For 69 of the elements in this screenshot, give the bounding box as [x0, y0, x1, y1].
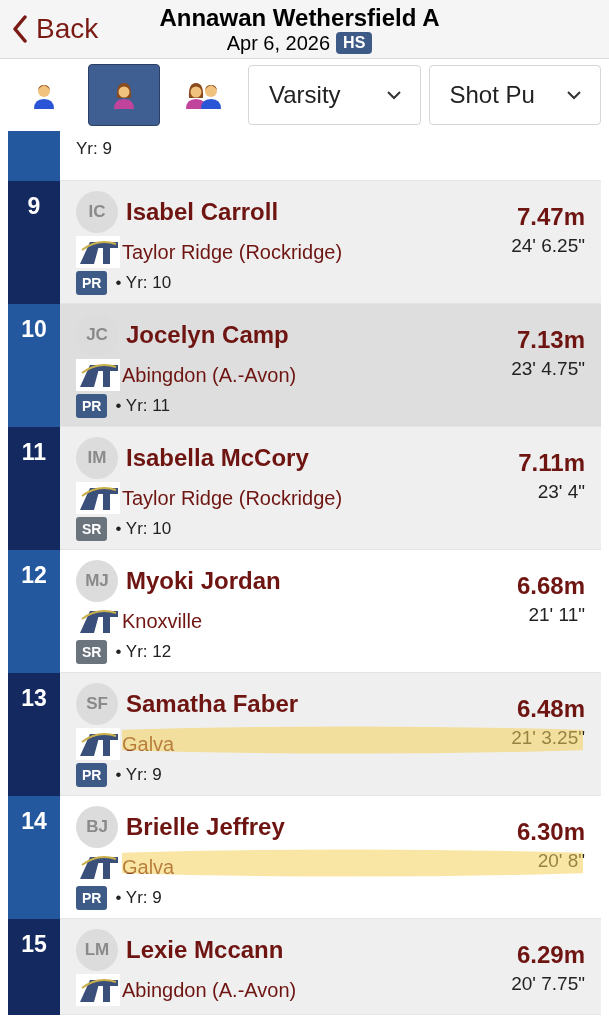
school-name: Knoxville [122, 609, 203, 633]
record-badge: PR [76, 763, 108, 787]
year-text: • Yr: 12 [115, 642, 172, 662]
meet-date: Apr 6, 2026 [226, 31, 331, 55]
record-badge: SR [76, 640, 108, 664]
meet-title: Annawan Wethersfield A [159, 3, 440, 32]
school-name: Galva [122, 855, 175, 879]
metric-mark: 6.29m [516, 941, 585, 969]
metric-mark: 6.68m [516, 572, 585, 600]
rank-cell: 15 [8, 919, 60, 1015]
girl-icon [113, 81, 135, 109]
imperial-mark: 24' 6.25" [511, 235, 585, 257]
school-name: Taylor Ridge (Rockridge) [122, 486, 343, 510]
athlete-name: Isabel Carroll [126, 198, 279, 226]
result-row[interactable]: IC Isabel Carroll Taylor Ridge (Rockridge) PR • Yr: 10 7.47m 24' 6.25" [60, 181, 601, 304]
year-text: • Yr: 10 [115, 519, 172, 539]
imperial-mark: 23' 4.75" [511, 358, 585, 380]
rank-cell: 9 [8, 181, 60, 304]
rank-cell: 12 [8, 550, 60, 673]
dropdown-select[interactable]: Varsity [248, 65, 421, 125]
initials-avatar: IC [76, 191, 118, 233]
school-name: Abingdon (A.-Avon) [122, 363, 297, 387]
initials-avatar: SF [76, 683, 118, 725]
metric-mark: 6.30m [516, 818, 585, 846]
rank-cell: 11 [8, 427, 60, 550]
year-text: • Yr: 9 [115, 888, 162, 908]
year-text: • Yr: 10 [115, 273, 172, 293]
athlete-name: Lexie Mccann [126, 936, 284, 964]
chevron-down-icon [385, 90, 402, 100]
metric-mark: 7.47m [516, 203, 585, 231]
metric-mark: 7.13m [516, 326, 585, 354]
metric-mark: 6.48m [516, 695, 585, 723]
athlete-name: Samatha Faber [126, 690, 299, 718]
record-badge: PR [76, 394, 108, 418]
school-name: Abingdon (A.-Avon) [122, 978, 297, 1002]
year-text: Yr: 9 [76, 139, 112, 160]
result-row[interactable]: IM Isabella McCory Taylor Ridge (Rockridge) SR • Yr: 10 7.11m 23' 4" [60, 427, 601, 550]
record-badge: PR [76, 886, 108, 910]
girl-and-boy-icon [185, 81, 223, 109]
initials-avatar: IM [76, 437, 118, 479]
back-chevron-icon [12, 15, 28, 43]
athlete-name: Myoki Jordan [126, 567, 281, 595]
year-text: • Yr: 11 [115, 396, 170, 416]
chevron-down-icon [566, 90, 582, 100]
result-row[interactable]: LM Lexie Mccann Abingdon (A.-Avon) 6.29m 20' 7.75" [60, 919, 601, 1015]
back-button[interactable]: Back [0, 12, 130, 46]
imperial-mark: 20' 7.75" [511, 973, 585, 995]
record-badge: PR [76, 271, 108, 295]
rank-cell: 14 [8, 796, 60, 919]
metric-mark: 7.11m [518, 449, 585, 477]
school-name: Taylor Ridge (Rockridge) [122, 240, 343, 264]
initials-avatar: MJ [76, 560, 118, 602]
year-text: • Yr: 9 [115, 765, 162, 785]
record-badge: SR [76, 517, 108, 541]
rank-cell: 10 [8, 304, 60, 427]
athlete-name: Isabella McCory [126, 444, 309, 472]
rank-cell [8, 131, 60, 181]
rank-cell: 13 [8, 673, 60, 796]
imperial-mark: 23' 4" [537, 481, 585, 503]
gender-filter-button[interactable] [88, 64, 160, 126]
athlete-name: Brielle Jeffrey [126, 813, 285, 841]
result-row[interactable]: JC Jocelyn Camp Abingdon (A.-Avon) PR • Yr: 11 7.13m 23' 4.75" [60, 304, 601, 427]
level-badge: HS [336, 32, 373, 54]
athlete-name: Jocelyn Camp [126, 321, 289, 349]
dropdown-select[interactable]: Shot Pu [428, 65, 601, 125]
initials-avatar: BJ [76, 806, 118, 848]
imperial-mark: 21' 11" [528, 604, 585, 626]
school-name: Galva [122, 732, 175, 756]
initials-avatar: LM [76, 929, 118, 971]
